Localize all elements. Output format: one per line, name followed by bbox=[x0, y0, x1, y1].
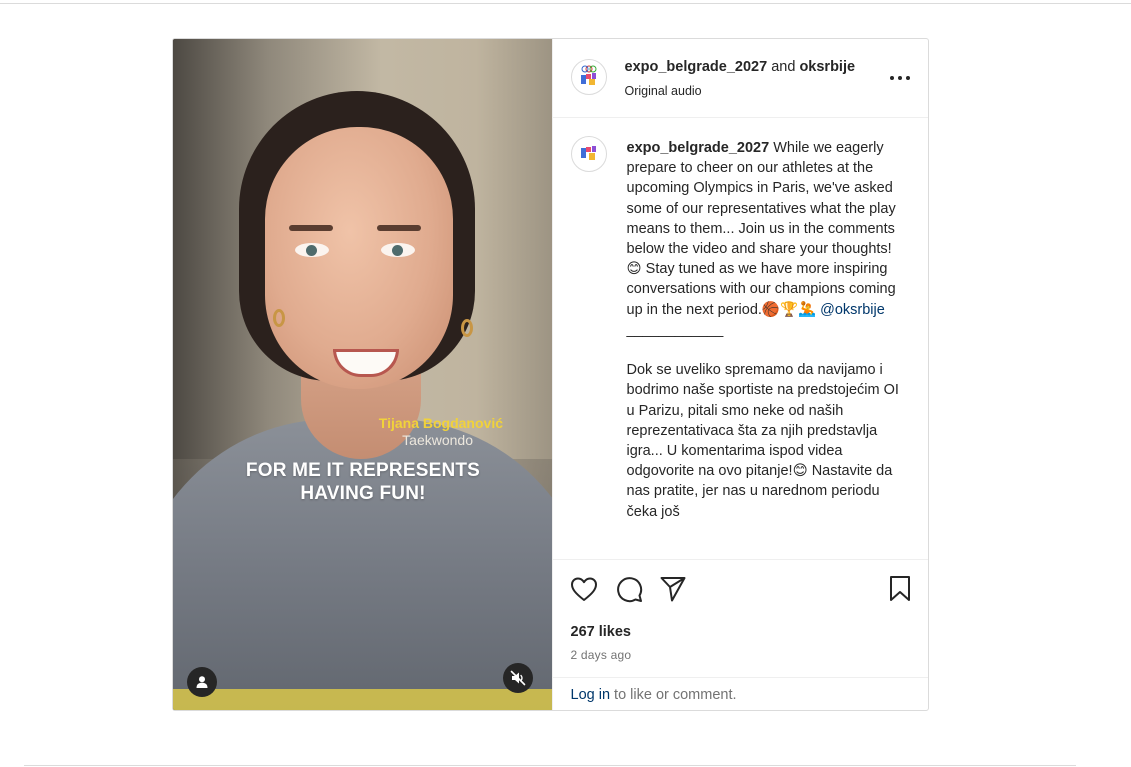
muted-speaker-icon bbox=[510, 670, 526, 686]
video-yellow-strip bbox=[173, 689, 552, 710]
action-bar bbox=[552, 559, 928, 619]
video-eye-left bbox=[295, 243, 329, 257]
top-divider bbox=[0, 3, 1131, 4]
caption-author-avatar[interactable] bbox=[570, 136, 607, 172]
authors-joiner: and bbox=[771, 59, 796, 75]
athlete-name: Tijana Bogdanović bbox=[378, 415, 503, 431]
video-brow-right bbox=[377, 225, 421, 231]
video-earring-right bbox=[461, 319, 473, 337]
athlete-sport: Taekwondo bbox=[402, 432, 473, 448]
audio-label[interactable]: Original audio bbox=[625, 84, 702, 98]
tagged-users-button[interactable] bbox=[187, 667, 217, 697]
bottom-divider bbox=[24, 765, 1076, 766]
quote-line-2: HAVING FUN! bbox=[300, 483, 426, 504]
like-button[interactable] bbox=[569, 574, 599, 604]
comment-button[interactable] bbox=[614, 574, 644, 604]
save-button[interactable] bbox=[885, 574, 915, 604]
more-horizontal-icon bbox=[889, 76, 910, 80]
caption-username[interactable]: expo_belgrade_2027 bbox=[627, 140, 770, 156]
caption-divider: ____________ bbox=[626, 321, 724, 338]
video-player[interactable]: Tijana Bogdanović Taekwondo FOR ME IT RE… bbox=[173, 39, 552, 710]
comment-icon bbox=[616, 577, 642, 603]
caption-mention[interactable]: @oksrbije bbox=[820, 302, 885, 318]
caption-scroll-area[interactable]: expo_belgrade_2027 While we eagerly prep… bbox=[553, 118, 929, 559]
author-username-1[interactable]: expo_belgrade_2027 bbox=[625, 59, 768, 75]
expo-logo-icon bbox=[580, 146, 596, 160]
post-header: expo_belgrade_2027 and oksrbije Original… bbox=[552, 39, 928, 118]
video-eye-right bbox=[381, 243, 415, 257]
heart-icon bbox=[570, 577, 597, 601]
post-date[interactable]: 2 days ago bbox=[571, 648, 632, 662]
post-details-panel: expo_belgrade_2027 and oksrbije Original… bbox=[551, 39, 929, 710]
expo-logo-icon bbox=[580, 65, 596, 85]
video-quote: FOR ME IT REPRESENTS HAVING FUN! bbox=[203, 459, 523, 505]
author-avatar[interactable] bbox=[570, 59, 607, 95]
quote-line-1: FOR ME IT REPRESENTS bbox=[245, 460, 481, 481]
login-prompt: Log in to like or comment. bbox=[552, 677, 928, 710]
video-brow-left bbox=[289, 225, 333, 231]
instagram-post: Tijana Bogdanović Taekwondo FOR ME IT RE… bbox=[172, 38, 929, 711]
post-authors: expo_belgrade_2027 and oksrbije bbox=[625, 59, 856, 75]
bookmark-icon bbox=[889, 576, 910, 601]
more-options-button[interactable] bbox=[887, 65, 913, 91]
send-icon bbox=[660, 577, 685, 602]
caption-text-sr: Dok se uveliko spremamo da navijamo i bo… bbox=[626, 362, 903, 520]
login-link[interactable]: Log in bbox=[571, 687, 611, 703]
caption-text-en: While we eagerly prepare to cheer on our… bbox=[626, 140, 900, 318]
mute-toggle-button[interactable] bbox=[503, 663, 533, 693]
share-button[interactable] bbox=[658, 574, 688, 604]
person-icon bbox=[196, 676, 208, 688]
login-prompt-text: to like or comment. bbox=[610, 687, 737, 703]
likes-count[interactable]: 267 likes bbox=[571, 624, 631, 640]
post-caption: expo_belgrade_2027 While we eagerly prep… bbox=[627, 138, 907, 522]
author-username-2[interactable]: oksrbije bbox=[799, 59, 855, 75]
video-earring-left bbox=[273, 309, 285, 327]
